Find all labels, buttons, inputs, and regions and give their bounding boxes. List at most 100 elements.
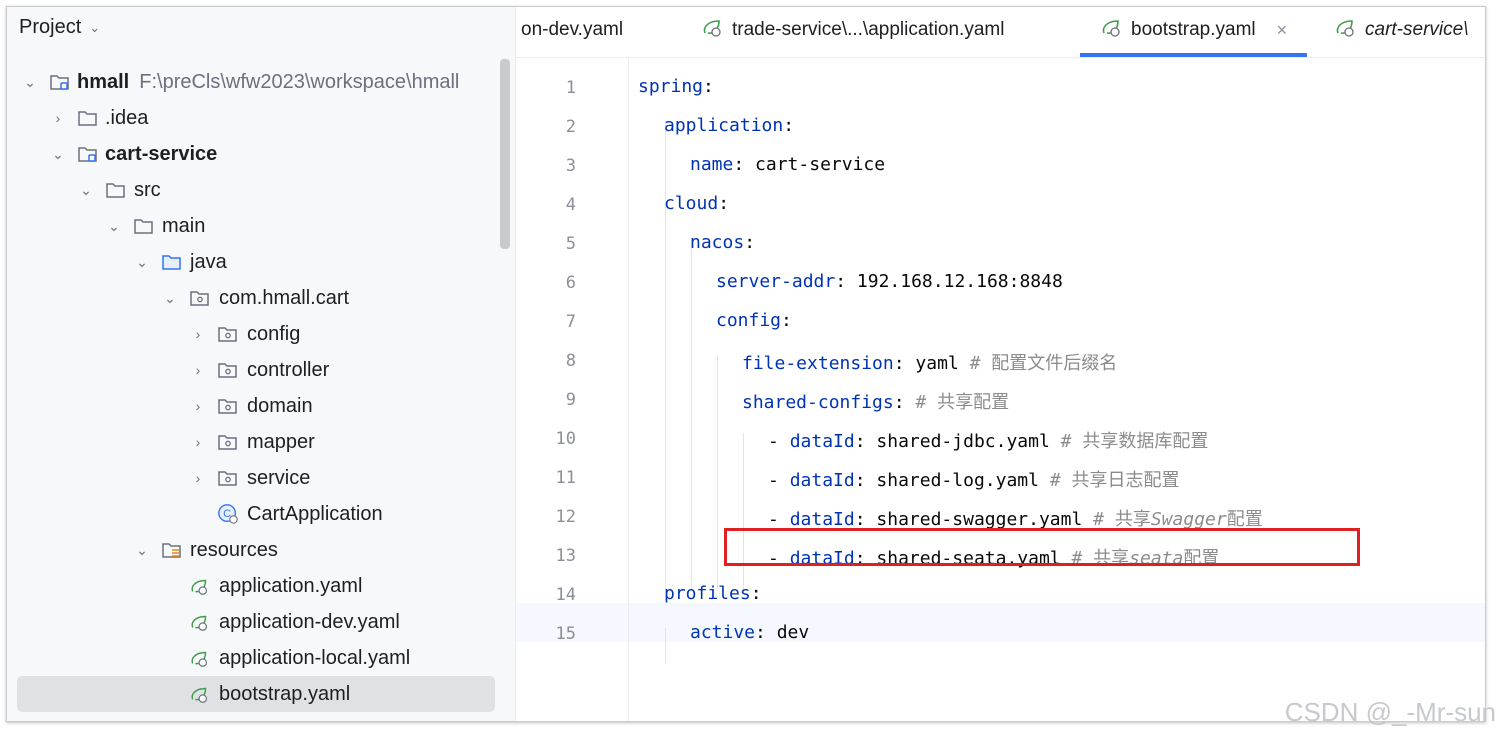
chevron-right-icon[interactable]: › bbox=[191, 362, 205, 378]
chevron-down-icon[interactable]: ⌄ bbox=[107, 218, 121, 234]
spring-yaml-icon bbox=[189, 648, 211, 668]
module-folder-icon bbox=[49, 72, 71, 92]
indent-guide bbox=[691, 238, 692, 589]
tree-item-package[interactable]: ⌄ com.hmall.cart bbox=[7, 280, 507, 316]
tab-cart-service[interactable]: cart-service\ bbox=[1334, 7, 1468, 53]
tree-item-java[interactable]: ⌄ java bbox=[7, 244, 507, 280]
tab-bootstrap-yaml[interactable]: bootstrap.yaml × bbox=[1080, 7, 1308, 57]
tree-item-label: resources bbox=[190, 538, 278, 561]
tree-item-label: config bbox=[247, 322, 301, 345]
editor-area: on-dev.yaml trade-service\...\applicatio… bbox=[516, 7, 1485, 721]
line-number: 6 bbox=[565, 273, 576, 293]
tree-item-label: mapper bbox=[247, 430, 315, 453]
tab-label: cart-service\ bbox=[1365, 19, 1469, 40]
spring-yaml-icon bbox=[1100, 16, 1124, 44]
project-panel-title: Project bbox=[19, 15, 82, 38]
tree-item-hmall[interactable]: ⌄ hmall F:\preCls\wfw2023\workspace\hmall bbox=[7, 64, 507, 100]
line-number: 7 bbox=[565, 312, 576, 332]
spring-yaml-icon bbox=[189, 684, 211, 704]
tree-item-application-local-yaml[interactable]: application-local.yaml bbox=[7, 640, 507, 676]
chevron-down-icon[interactable]: ⌄ bbox=[79, 182, 93, 198]
code-line-5: nacos: bbox=[690, 232, 756, 253]
chevron-right-icon[interactable]: › bbox=[191, 434, 205, 450]
tree-item-label: CartApplication bbox=[247, 502, 383, 525]
package-icon bbox=[217, 324, 239, 344]
tab-label: trade-service\...\application.yaml bbox=[732, 19, 1005, 40]
package-icon bbox=[217, 468, 239, 488]
project-tree: ⌄ hmall F:\preCls\wfw2023\workspace\hmall… bbox=[7, 64, 507, 712]
tree-item-application-dev-yaml[interactable]: application-dev.yaml bbox=[7, 604, 507, 640]
tree-item-main[interactable]: ⌄ main bbox=[7, 208, 507, 244]
tree-item-label: controller bbox=[247, 358, 330, 381]
tree-item-label: main bbox=[162, 214, 206, 237]
source-folder-icon bbox=[161, 252, 183, 272]
chevron-right-icon[interactable]: › bbox=[51, 110, 65, 126]
spring-yaml-icon bbox=[189, 576, 211, 596]
chevron-down-icon[interactable]: ⌄ bbox=[163, 290, 177, 306]
line-number: 10 bbox=[555, 429, 576, 449]
folder-icon bbox=[105, 180, 127, 200]
tree-item-label: java bbox=[190, 250, 227, 273]
package-icon bbox=[189, 288, 211, 308]
tree-item-path: F:\preCls\wfw2023\workspace\hmall bbox=[139, 70, 460, 93]
package-icon bbox=[217, 432, 239, 452]
chevron-right-icon[interactable]: › bbox=[191, 398, 205, 414]
line-number: 5 bbox=[565, 234, 576, 254]
tree-item-service[interactable]: › service bbox=[7, 460, 507, 496]
close-icon[interactable]: × bbox=[1277, 20, 1288, 41]
code-line-3: name: cart-service bbox=[690, 154, 886, 175]
code-editor[interactable]: 1 2 3 4 5 6 7 8 9 10 11 12 13 14 15 spri… bbox=[516, 58, 1485, 721]
code-line-7: config: bbox=[716, 310, 792, 331]
tree-item-mapper[interactable]: › mapper bbox=[7, 424, 507, 460]
tree-item-resources[interactable]: ⌄ resources bbox=[7, 532, 507, 568]
chevron-down-icon[interactable]: ⌄ bbox=[23, 74, 37, 90]
tree-item-idea[interactable]: › .idea bbox=[7, 100, 507, 136]
spring-yaml-icon bbox=[701, 16, 725, 44]
code-line-15: active: dev bbox=[690, 622, 810, 643]
chevron-down-icon[interactable]: ⌄ bbox=[51, 146, 65, 162]
tree-item-domain[interactable]: › domain bbox=[7, 388, 507, 424]
folder-icon bbox=[77, 108, 99, 128]
chevron-down-icon[interactable]: ⌄ bbox=[135, 254, 149, 270]
folder-icon bbox=[133, 216, 155, 236]
line-number: 9 bbox=[565, 390, 576, 410]
chevron-down-icon[interactable]: ⌄ bbox=[135, 542, 149, 558]
chevron-right-icon[interactable]: › bbox=[191, 326, 205, 342]
code-line-9: shared-configs: # 共享配置 bbox=[742, 392, 1010, 413]
project-panel: Project ⌄ ⌄ hmall F:\preCls\wfw2023\works… bbox=[7, 7, 516, 721]
line-number: 8 bbox=[565, 351, 576, 371]
tab-on-dev-yaml[interactable]: on-dev.yaml bbox=[521, 7, 623, 53]
tree-item-label: bootstrap.yaml bbox=[219, 682, 351, 705]
tree-item-bootstrap-yaml[interactable]: bootstrap.yaml bbox=[17, 676, 495, 712]
resources-folder-icon bbox=[161, 540, 183, 560]
spring-class-icon: C bbox=[217, 504, 239, 524]
current-line-highlight bbox=[516, 603, 1485, 642]
chevron-right-icon[interactable]: › bbox=[191, 470, 205, 486]
tree-item-label: .idea bbox=[105, 106, 149, 129]
tab-label: bootstrap.yaml bbox=[1131, 19, 1256, 40]
ide-window: Project ⌄ ⌄ hmall F:\preCls\wfw2023\works… bbox=[6, 6, 1486, 722]
project-panel-header[interactable]: Project ⌄ bbox=[19, 13, 100, 41]
line-number: 12 bbox=[555, 507, 576, 527]
annotation-highlight-box bbox=[724, 528, 1360, 566]
code-line-11: - dataId: shared-log.yaml # 共享日志配置 bbox=[768, 470, 1180, 491]
tree-item-controller[interactable]: › controller bbox=[7, 352, 507, 388]
line-number: 14 bbox=[555, 585, 576, 605]
line-number: 11 bbox=[555, 468, 576, 488]
tree-item-cart-application[interactable]: C CartApplication bbox=[7, 496, 507, 532]
editor-tabs: on-dev.yaml trade-service\...\applicatio… bbox=[516, 7, 1485, 58]
chevron-down-icon[interactable]: ⌄ bbox=[89, 20, 100, 36]
code-line-10: - dataId: shared-jdbc.yaml # 共享数据库配置 bbox=[768, 431, 1209, 452]
tab-trade-service-application-yaml[interactable]: trade-service\...\application.yaml bbox=[701, 7, 1004, 53]
indent-guide bbox=[717, 355, 718, 589]
tree-item-cart-service[interactable]: ⌄ cart-service bbox=[7, 136, 507, 172]
tree-item-label: cart-service bbox=[105, 142, 218, 165]
tree-item-src[interactable]: ⌄ src bbox=[7, 172, 507, 208]
code-line-6: server-addr: 192.168.12.168:8848 bbox=[716, 271, 1063, 292]
line-number: 13 bbox=[555, 546, 576, 566]
line-number: 4 bbox=[565, 195, 576, 215]
tree-item-config[interactable]: › config bbox=[7, 316, 507, 352]
code-line-2: application: bbox=[664, 115, 795, 136]
tree-item-application-yaml[interactable]: application.yaml bbox=[7, 568, 507, 604]
code-line-8: file-extension: yaml # 配置文件后缀名 bbox=[742, 353, 1118, 374]
